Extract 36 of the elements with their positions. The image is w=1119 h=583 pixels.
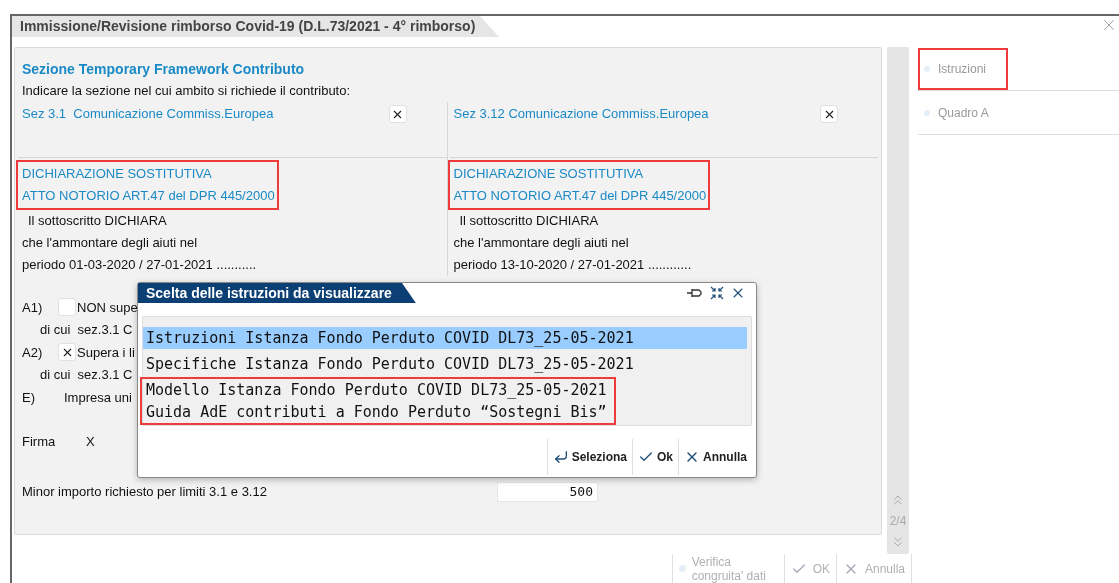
cancel-button[interactable]: Annulla — [678, 439, 752, 475]
declaration-text: periodo 13-10-2020 / 27-01-2021 ............ — [453, 256, 693, 274]
declaration-title: DICHIARAZIONE SOSTITUTIVA — [22, 165, 213, 183]
declaration-text: Il sottoscritto DICHIARA — [27, 212, 168, 230]
signature-label: Firma — [22, 432, 57, 451]
section-heading: Sezione Temporary Framework Contributo — [22, 60, 306, 79]
option-text: Supera i li — [77, 343, 135, 362]
option-text: NON supe — [77, 298, 138, 317]
declaration-title: DICHIARAZIONE SOSTITUTIVA — [453, 165, 645, 183]
list-item[interactable]: Specifiche Istanza Fondo Perduto COVID DL73_25-05-2021 — [143, 353, 637, 375]
list-item[interactable]: Istruzioni Istanza Fondo Perduto COVID DL73_25-05-2021 — [143, 327, 747, 349]
option-text: di cui sez.3.1 C — [40, 366, 133, 384]
amount-label: Minor importo richiesto per limiti 3.1 e 3.12 — [22, 482, 268, 501]
list-item[interactable]: Guida AdE contributi a Fondo Perduto “Sostegni Bis” — [143, 401, 610, 423]
signature-value: X — [86, 432, 95, 451]
amount-field[interactable]: 500 — [497, 481, 598, 502]
option-text: Impresa uni — [64, 388, 132, 407]
instruction-text: Indicare la sezione nel cui ambito si richiede il contributo: — [22, 82, 352, 100]
window-title: Immissione/Revisione rimborso Covid-19 (D.L.73/2021 - 4° rimborso) — [12, 16, 500, 37]
option-code: A2) — [22, 343, 44, 362]
declaration-text: che l'ammontare degli aiuti nel — [22, 234, 199, 252]
list-item[interactable]: Modello Istanza Fondo Perduto COVID DL73_25-05-2021 — [143, 379, 610, 401]
option-text: di cui sez.3.1 C — [40, 321, 133, 339]
declaration-title: ATTO NOTORIO ART.47 del DPR 445/2000 — [22, 187, 275, 205]
ok-button[interactable]: Ok — [632, 439, 678, 475]
section-label: Sez 3.12 Comunicazione Commiss.Europea — [453, 105, 709, 124]
option-code: A1) — [22, 298, 44, 317]
declaration-text: Il sottoscritto DICHIARA — [458, 212, 600, 230]
option-code: E) — [22, 388, 36, 407]
dialog-title: Scelta delle istruzioni da visualizzare — [138, 283, 416, 303]
select-button[interactable]: Seleziona — [546, 439, 632, 475]
section-label: Sez 3.1 Comunicazione Commiss.Europea — [22, 105, 274, 124]
declaration-title: ATTO NOTORIO ART.47 del DPR 445/2000 — [453, 187, 707, 205]
page-indicator: 2/4 — [889, 513, 907, 530]
declaration-text: che l'ammontare degli aiuti nel — [453, 234, 630, 252]
declaration-text: periodo 01-03-2020 / 27-01-2021 ........... — [22, 256, 258, 274]
